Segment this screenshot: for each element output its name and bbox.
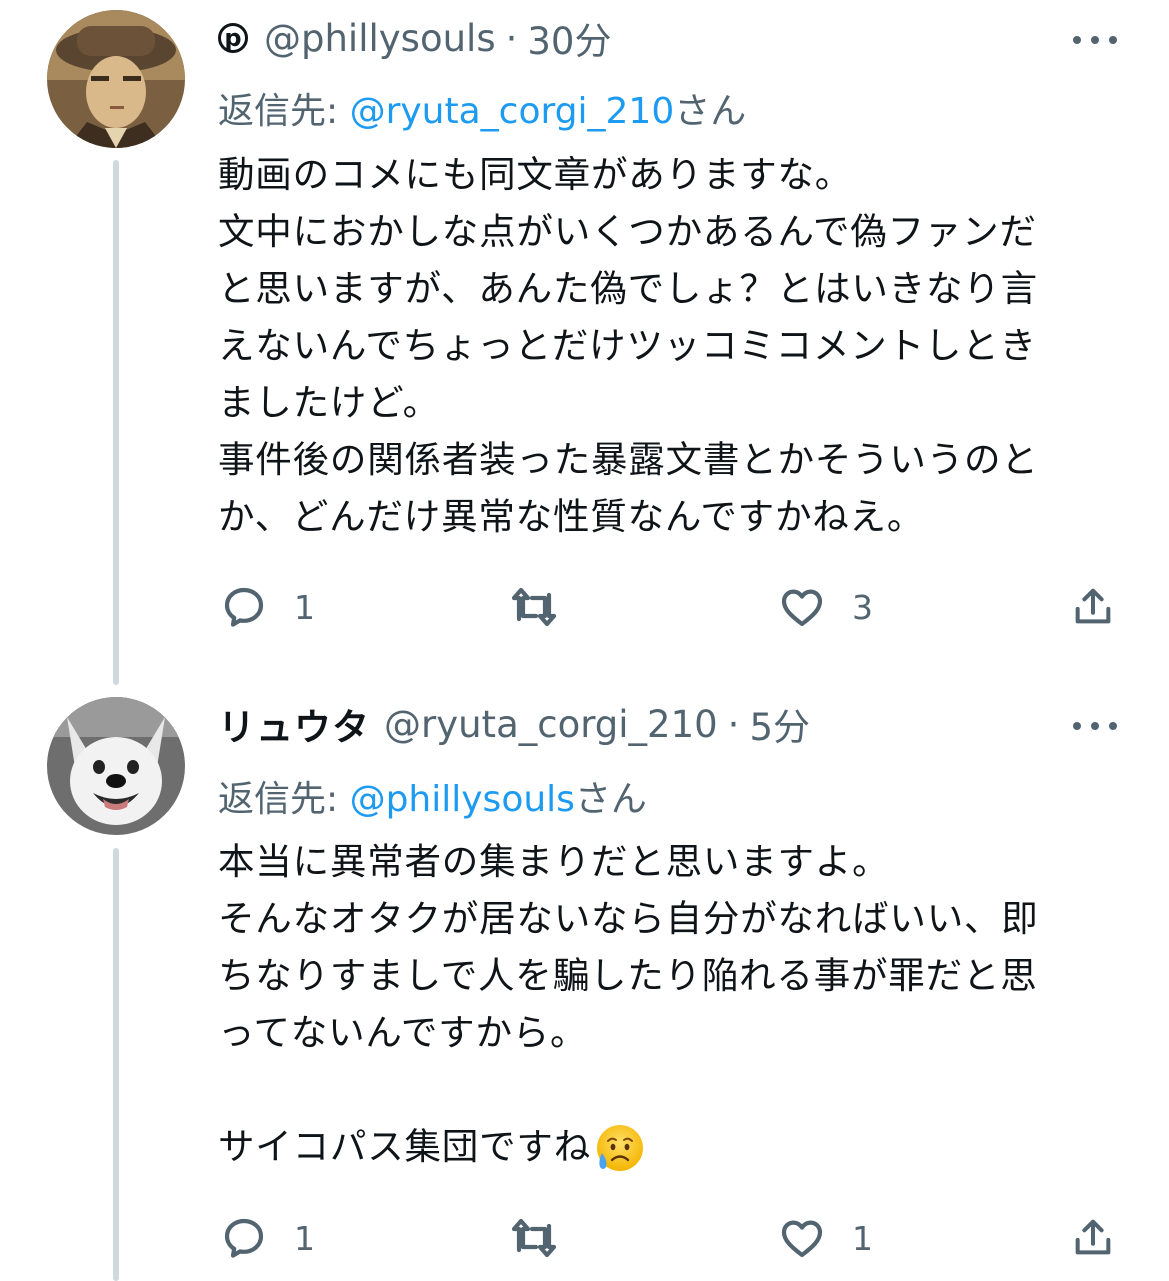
tweet-text-line: 本当に異常者の集まりだと思いますよ。 (218, 840, 890, 883)
timestamp[interactable]: 30分 (527, 11, 611, 65)
reply-icon (224, 587, 264, 627)
user-badge-icon: p (218, 23, 248, 53)
tweet-text: 動画のコメにも同文章がありますな。 文中におかしな点がいくつかあるんで偽ファンだ… (218, 146, 1098, 545)
reply-to-line: 返信先: @phillysoulsさん (218, 770, 647, 822)
tweet-text-line: 事件後の関係者装った暴露文書とかそういうのと (218, 438, 1039, 481)
user-handle[interactable]: @ryuta_corgi_210 (384, 703, 718, 746)
tweet-text-line: ましたけど。 (218, 381, 440, 424)
reply-icon (224, 1218, 264, 1258)
heart-icon (781, 1220, 823, 1258)
avatar[interactable] (47, 10, 185, 148)
thread-line (113, 848, 119, 1281)
separator: · (727, 702, 740, 746)
avatar[interactable] (47, 697, 185, 835)
reply-to-line: 返信先: @ryuta_corgi_210さん (218, 82, 746, 134)
reply-button[interactable]: 1 (220, 577, 315, 637)
tweet-header: p @phillysouls · 30分 (218, 8, 611, 68)
tweet-text-line: 動画のコメにも同文章がありますな。 (218, 153, 853, 196)
reply-to-mention[interactable]: @phillysouls (350, 779, 575, 820)
more-options-icon[interactable] (1073, 716, 1117, 736)
reply-to-suffix: さん (674, 91, 747, 132)
tweet-text-line: ちなりすましで人を騙したり陥れる事が罪だと思 (218, 954, 1038, 997)
tweet-text: 本当に異常者の集まりだと思いますよ。 そんなオタクが居ないなら自分がなればいい、… (218, 833, 1098, 1175)
reply-button[interactable]: 1 (220, 1208, 315, 1268)
user-handle[interactable]: @phillysouls (264, 17, 496, 60)
tweet-text-line: そんなオタクが居ないなら自分がなればいい、即 (218, 897, 1039, 940)
share-icon (1075, 1219, 1111, 1255)
retweet-icon (511, 1218, 557, 1258)
like-button[interactable]: 3 (778, 577, 873, 637)
tweet-header: リュウタ @ryuta_corgi_210 · 5分 (218, 694, 810, 754)
tweet-text-line: か、どんだけ異常な性質なんですかねえ。 (218, 495, 925, 538)
more-options-icon[interactable] (1073, 30, 1117, 50)
tweet-text-line: サイコパス集団ですね (218, 1125, 591, 1168)
heart-icon (781, 589, 823, 627)
reply-to-label: 返信先: (218, 91, 350, 132)
timestamp[interactable]: 5分 (749, 697, 810, 751)
retweet-button[interactable] (508, 1208, 586, 1268)
reply-to-suffix: さん (574, 779, 647, 820)
display-name[interactable]: リュウタ (218, 697, 370, 751)
retweet-icon (511, 587, 557, 627)
reply-count: 1 (294, 1218, 315, 1258)
share-icon (1075, 588, 1111, 624)
share-button[interactable] (1070, 1208, 1116, 1268)
thread-line (113, 160, 119, 685)
sad-but-relieved-face-icon (597, 1124, 643, 1171)
share-button[interactable] (1070, 577, 1116, 637)
like-count: 1 (852, 1218, 873, 1258)
retweet-button[interactable] (508, 577, 586, 637)
reply-count: 1 (294, 587, 315, 627)
reply-to-mention[interactable]: @ryuta_corgi_210 (350, 91, 675, 132)
separator: · (505, 16, 518, 60)
tweet-text-line: えないんでちょっとだけツッコミコメントしとき (218, 324, 1037, 367)
reply-to-label: 返信先: (218, 779, 350, 820)
like-count: 3 (852, 587, 873, 627)
tweet-text-line-with-emoji: サイコパス集団ですね (218, 1118, 1098, 1175)
like-button[interactable]: 1 (778, 1208, 873, 1268)
tweet-actions: 1 3 (218, 577, 1118, 637)
tweet-text-line: 文中におかしな点がいくつかあるんで偽ファンだ (218, 210, 1037, 253)
tweet-text-line: と思いますが、あんた偽でしょ？とはいきなり言 (218, 267, 1038, 310)
tweet-text-line: ってないんですから。 (218, 1011, 588, 1054)
tweet-actions: 1 1 (218, 1208, 1118, 1268)
